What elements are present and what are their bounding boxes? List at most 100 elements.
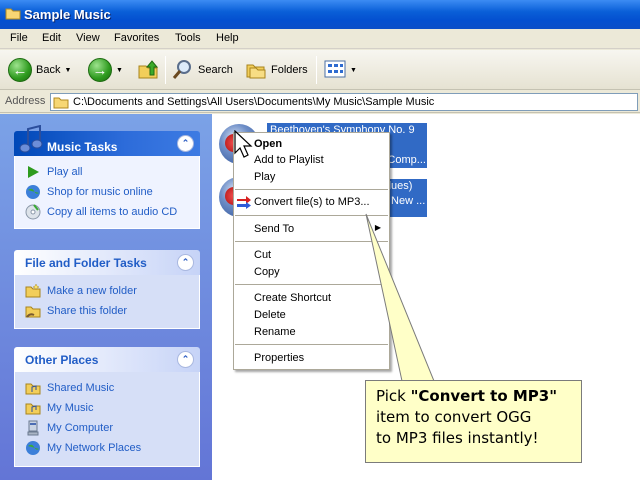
window-title: Sample Music (24, 7, 111, 22)
address-path: C:\Documents and Settings\All Users\Docu… (73, 96, 435, 108)
share-folder-icon (25, 303, 41, 319)
menu-item-play[interactable]: Play (234, 169, 389, 186)
file-folder-tasks-body: Make a new folder Share this folder (14, 275, 200, 329)
place-label: My Music (47, 402, 94, 414)
menu-edit[interactable]: Edit (42, 32, 61, 44)
callout-highlight: "Convert to MP3" (410, 387, 558, 405)
menu-item-send-to[interactable]: Send To ▶ (234, 221, 389, 238)
network-globe-icon (25, 440, 41, 456)
file-folder-tasks-title: File and Folder Tasks (25, 256, 147, 270)
address-bar: Address C:\Documents and Settings\All Us… (0, 91, 640, 113)
callout-line-2: item to convert OGG (376, 408, 532, 426)
music-folder-icon (25, 400, 41, 416)
other-places-body: Shared Music My Music My Computer My Net… (14, 372, 200, 467)
toolbar-separator (165, 56, 166, 84)
place-label: My Network Places (47, 442, 142, 454)
forward-button[interactable]: → ▼ (88, 57, 123, 83)
task-pane: Music Tasks ⌃ Play all Shop for music on… (0, 114, 212, 480)
place-my-music[interactable]: My Music (25, 398, 199, 418)
place-my-computer[interactable]: My Computer (25, 418, 199, 438)
menu-item-copy[interactable]: Copy (234, 264, 389, 281)
views-icon (324, 59, 346, 82)
globe-icon (25, 184, 41, 200)
task-play-all[interactable]: Play all (25, 162, 199, 182)
task-label: Make a new folder (47, 285, 137, 297)
forward-dropdown-icon[interactable]: ▼ (116, 67, 123, 74)
title-bar: Sample Music (0, 0, 640, 29)
task-share-folder[interactable]: Share this folder (25, 301, 199, 321)
task-label: Share this folder (47, 305, 128, 317)
folders-icon (245, 58, 267, 83)
music-tasks-panel: Music Tasks ⌃ Play all Shop for music on… (14, 124, 200, 229)
search-icon (172, 58, 194, 83)
callout-line-1: Pick "Convert to MP3" (376, 386, 581, 407)
up-folder-icon (137, 58, 159, 83)
menu-item-add-to-playlist[interactable]: Add to Playlist (234, 152, 389, 169)
task-label: Play all (47, 166, 83, 178)
search-button[interactable]: Search (172, 57, 233, 83)
place-my-network[interactable]: My Network Places (25, 438, 199, 458)
menu-item-rename[interactable]: Rename (234, 324, 389, 341)
back-dropdown-icon[interactable]: ▼ (64, 67, 71, 74)
menu-view[interactable]: View (76, 32, 100, 44)
menu-favorites[interactable]: Favorites (114, 32, 159, 44)
mouse-cursor-icon (234, 129, 254, 163)
place-label: Shared Music (47, 382, 115, 394)
menu-separator (235, 284, 388, 285)
views-button[interactable]: ▼ (324, 57, 357, 83)
menu-bar: File Edit View Favorites Tools Help (0, 29, 640, 49)
callout-line-3: to MP3 files instantly! (376, 429, 539, 447)
music-tasks-title: Music Tasks (47, 140, 118, 154)
other-places-title: Other Places (25, 353, 99, 367)
task-shop-music[interactable]: Shop for music online (25, 182, 199, 202)
task-label: Copy all items to audio CD (47, 206, 178, 218)
menu-item-properties[interactable]: Properties (234, 350, 389, 367)
menu-separator (235, 344, 388, 345)
folder-icon (53, 96, 69, 112)
menu-tools[interactable]: Tools (175, 32, 201, 44)
other-places-header[interactable]: Other Places ⌃ (14, 347, 200, 372)
menu-separator (235, 241, 388, 242)
task-make-new-folder[interactable]: Make a new folder (25, 281, 199, 301)
folders-button[interactable]: Folders (245, 57, 308, 83)
place-shared-music[interactable]: Shared Music (25, 378, 199, 398)
menu-item-create-shortcut[interactable]: Create Shortcut (234, 290, 389, 307)
menu-item-convert-to-mp3[interactable]: Convert file(s) to MP3... (234, 194, 389, 211)
menu-item-cut[interactable]: Cut (234, 247, 389, 264)
other-places-panel: Other Places ⌃ Shared Music My Music My … (14, 347, 200, 467)
context-menu: Open Add to Playlist Play Convert file(s… (233, 132, 390, 370)
collapse-chevron-icon[interactable]: ⌃ (177, 254, 194, 271)
file-folder-tasks-header[interactable]: File and Folder Tasks ⌃ (14, 250, 200, 275)
menu-help[interactable]: Help (216, 32, 239, 44)
menu-separator (235, 189, 388, 190)
menu-file[interactable]: File (10, 32, 28, 44)
play-icon (25, 164, 41, 180)
convert-arrow-icon (236, 196, 252, 212)
forward-arrow-icon: → (88, 58, 112, 82)
views-dropdown-icon[interactable]: ▼ (350, 67, 357, 74)
collapse-chevron-icon[interactable]: ⌃ (177, 135, 194, 152)
collapse-chevron-icon[interactable]: ⌃ (177, 351, 194, 368)
search-label: Search (198, 64, 233, 76)
folder-icon (5, 6, 21, 23)
computer-icon (25, 420, 41, 436)
cd-icon (25, 204, 41, 220)
place-label: My Computer (47, 422, 114, 434)
address-field[interactable]: C:\Documents and Settings\All Users\Docu… (50, 93, 638, 111)
back-label: Back (36, 64, 61, 76)
menu-item-delete[interactable]: Delete (234, 307, 389, 324)
up-folder-button[interactable] (137, 57, 159, 83)
file-folder-tasks-panel: File and Folder Tasks ⌃ Make a new folde… (14, 250, 200, 329)
back-button[interactable]: ← Back ▼ (8, 57, 71, 83)
menu-separator (235, 215, 388, 216)
music-tasks-header[interactable]: Music Tasks ⌃ (14, 124, 200, 156)
task-label: Shop for music online (47, 186, 153, 198)
back-arrow-icon: ← (8, 58, 32, 82)
menu-item-open[interactable]: Open (234, 136, 389, 153)
address-label: Address (5, 95, 46, 107)
task-copy-audio-cd[interactable]: Copy all items to audio CD (25, 202, 199, 222)
toolbar: ← Back ▼ → ▼ Search Folders ▼ (0, 50, 640, 90)
toolbar-separator (316, 56, 317, 84)
callout-tooltip: Pick "Convert to MP3" item to convert OG… (365, 380, 582, 463)
callout-text: Pick (376, 387, 411, 405)
